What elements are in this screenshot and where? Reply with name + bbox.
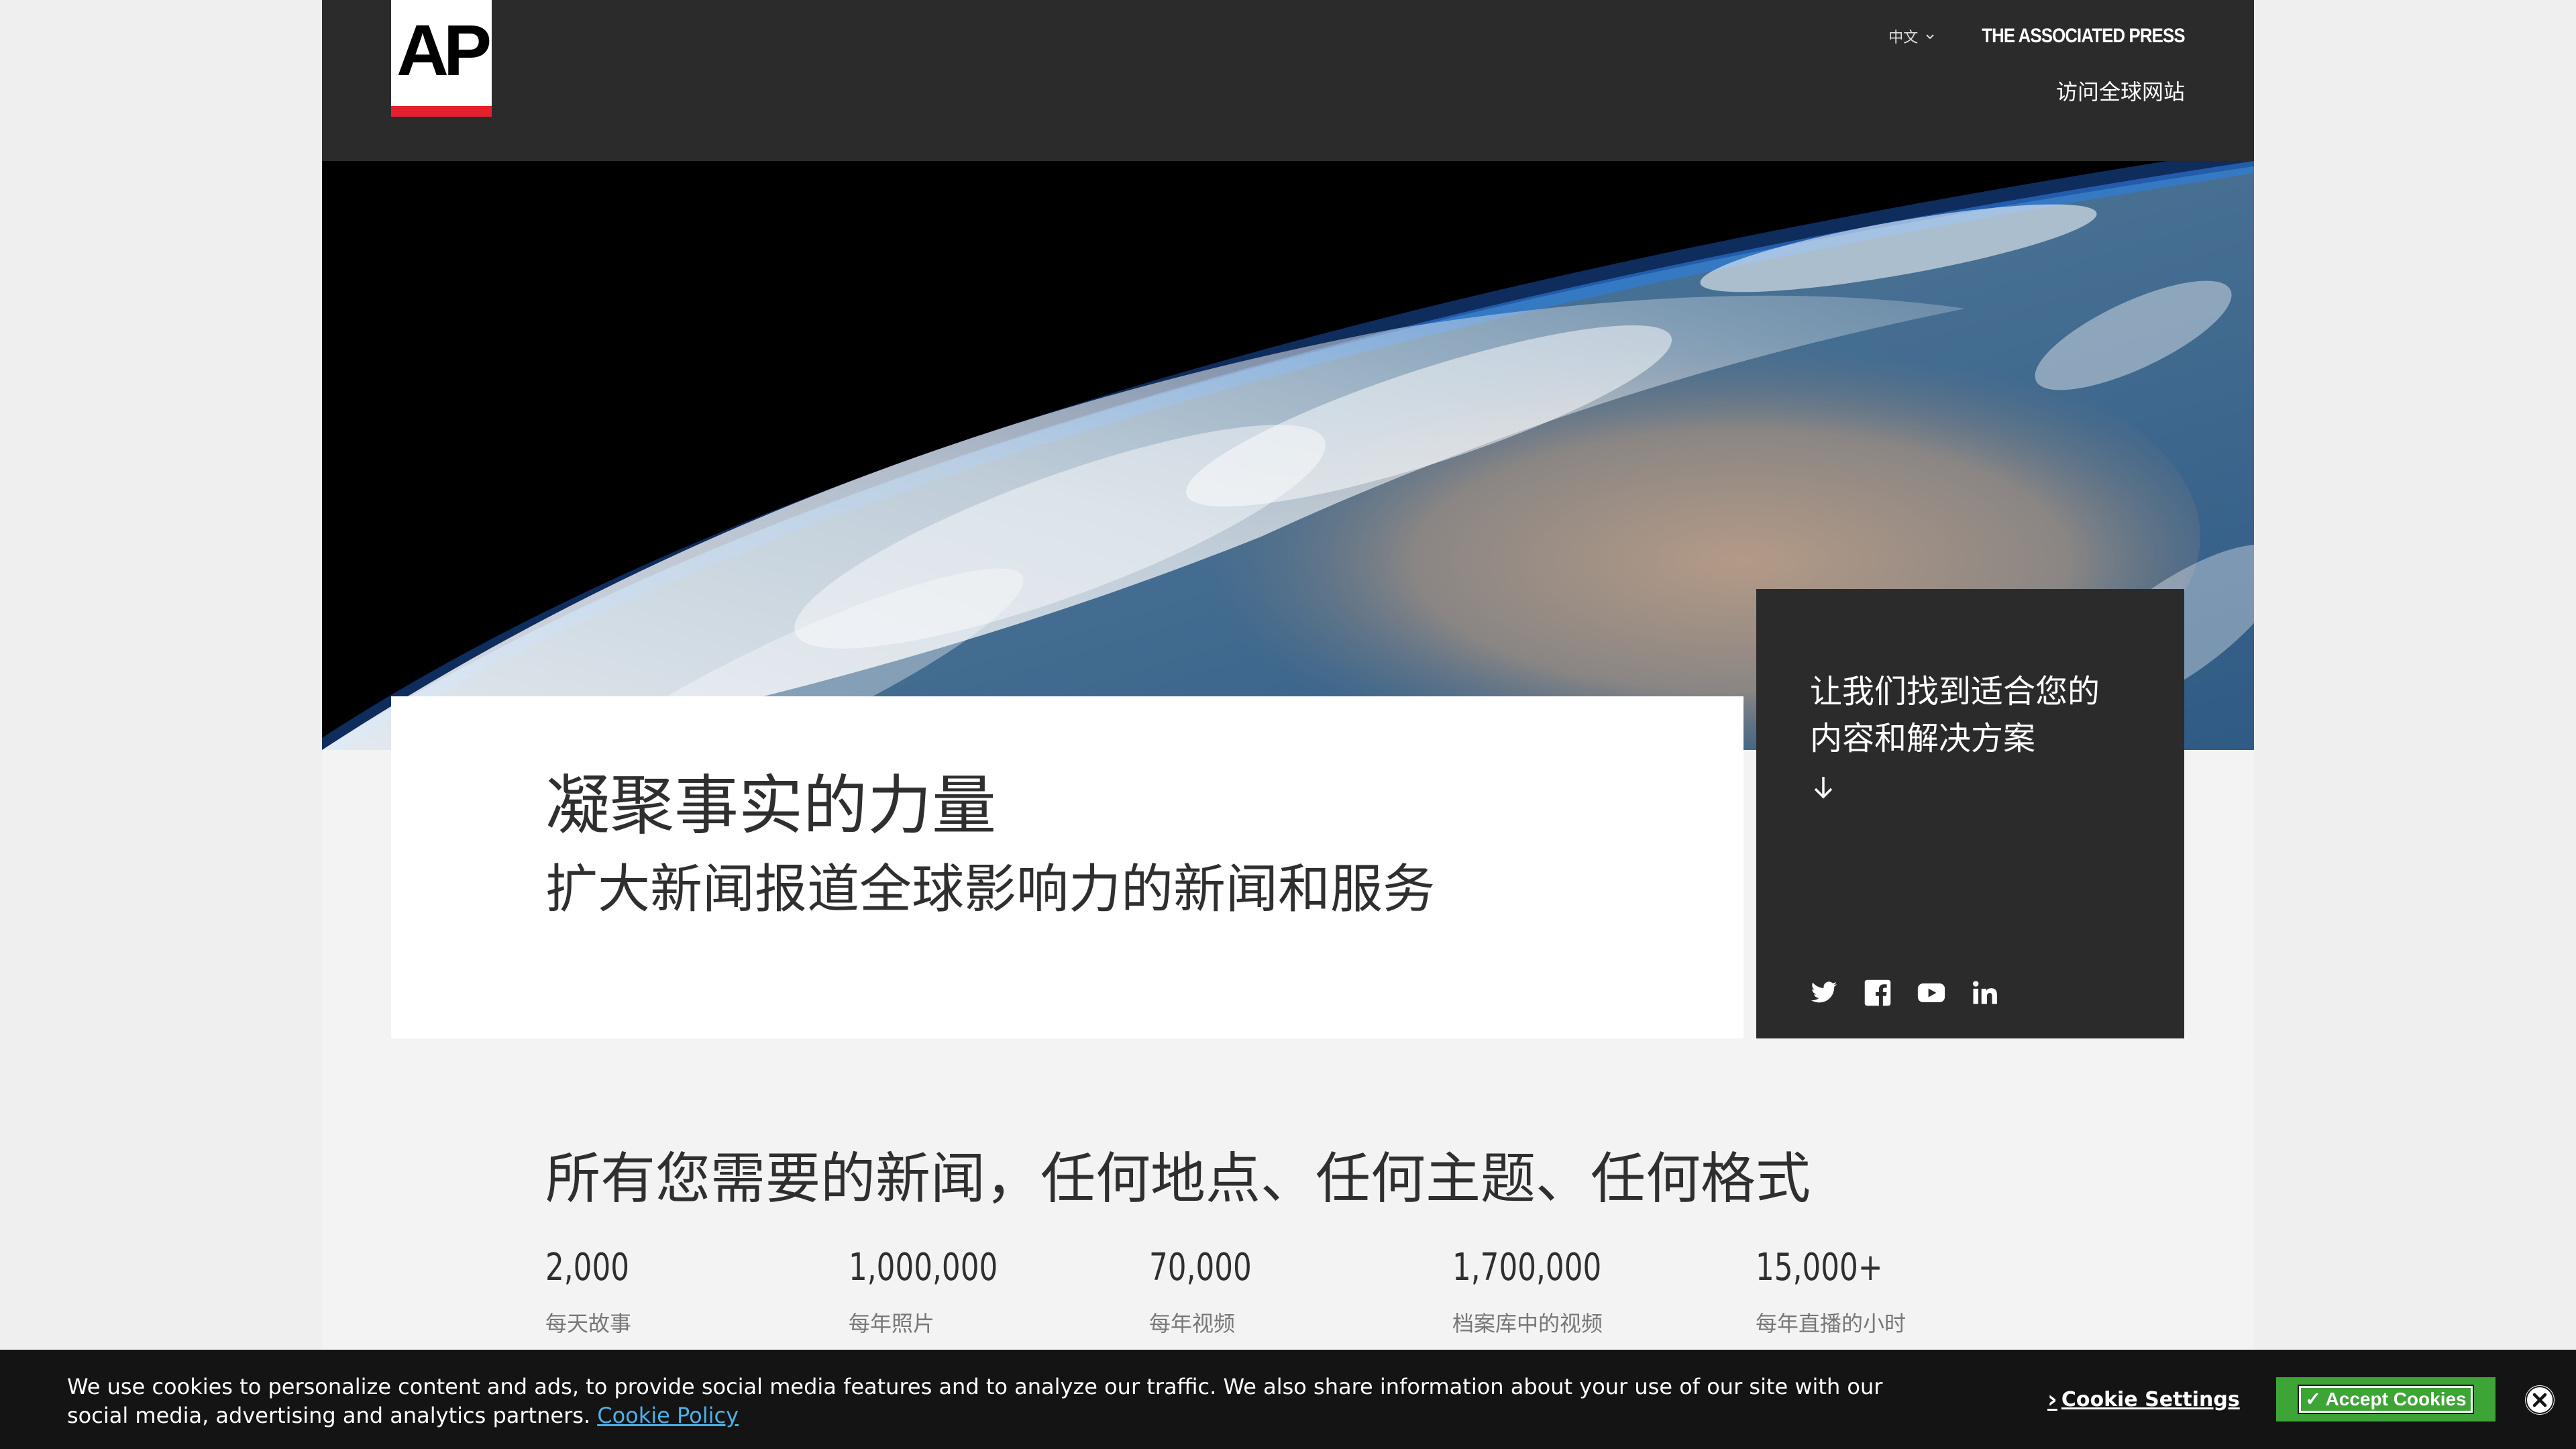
stat-label: 每天故事	[545, 1311, 632, 1336]
stat-item: 15,000+ 每年直播的小时	[1756, 1241, 2037, 1338]
cookie-policy-link[interactable]: Cookie Policy	[597, 1403, 739, 1428]
header-right: 中文 THE ASSOCIATED PRESS	[1888, 23, 2186, 50]
solutions-panel: 让我们找到适合您的 内容和解决方案	[1756, 589, 2184, 1038]
stat-value: 2,000	[545, 1246, 630, 1289]
stat-value: 1,000,000	[849, 1246, 998, 1289]
cookie-message-text: We use cookies to personalize content an…	[67, 1374, 1883, 1428]
close-banner-button[interactable]	[2525, 1385, 2555, 1415]
logo-text: AP	[396, 9, 492, 91]
stat-item: 70,000 每年视频	[1149, 1241, 1431, 1338]
headline-title: 凝聚事实的力量	[545, 768, 996, 843]
stat-label: 每年照片	[849, 1311, 935, 1336]
panel-text[interactable]: 让我们找到适合您的 内容和解决方案	[1810, 668, 2145, 762]
logo-red-bar	[391, 106, 492, 117]
headline-subtitle: 扩大新闻报道全球影响力的新闻和服务	[545, 859, 1436, 920]
page: AP 中文 THE ASSOCIATED PRESS 访问全球网站 凝聚事实的力…	[322, 0, 2254, 1449]
accept-cookies-label: ✓ Accept Cookies	[2298, 1385, 2474, 1414]
site-header: AP 中文 THE ASSOCIATED PRESS 访问全球网站	[322, 0, 2254, 161]
language-label: 中文	[1888, 30, 1919, 46]
language-selector[interactable]: 中文	[1888, 25, 1935, 47]
linkedin-icon[interactable]	[1971, 979, 1999, 1007]
twitter-icon[interactable]	[1810, 979, 1838, 1007]
brand-name[interactable]: THE ASSOCIATED PRESS	[1982, 25, 2186, 48]
facebook-icon[interactable]	[1864, 979, 1892, 1007]
cookie-settings-button[interactable]: › Cookie Settings	[2047, 1385, 2240, 1414]
cookie-message: We use cookies to personalize content an…	[67, 1373, 1919, 1430]
stat-label: 每年视频	[1149, 1311, 1236, 1336]
chevron-down-icon	[1926, 34, 1934, 40]
stat-value: 1,700,000	[1452, 1246, 1602, 1289]
stat-value: 15,000+	[1756, 1246, 1883, 1289]
stat-value: 70,000	[1149, 1246, 1252, 1289]
stat-item: 2,000 每天故事	[545, 1241, 827, 1338]
stats-title: 所有您需要的新闻，任何地点、任何主题、任何格式	[545, 1147, 1811, 1211]
arrow-down-icon[interactable]	[1810, 774, 1837, 801]
accept-cookies-button[interactable]: ✓ Accept Cookies	[2276, 1377, 2496, 1421]
social-links	[1810, 978, 1999, 1008]
ap-logo[interactable]: AP	[391, 0, 492, 117]
close-icon	[2526, 1386, 2554, 1414]
chevron-right-icon: ›	[2047, 1385, 2057, 1413]
headline-card: 凝聚事实的力量 扩大新闻报道全球影响力的新闻和服务	[391, 696, 1743, 1038]
cookie-settings-label: Cookie Settings	[2061, 1387, 2240, 1411]
visit-global-site-link[interactable]: 访问全球网站	[2056, 75, 2185, 106]
stat-item: 1,000,000 每年照片	[849, 1241, 1130, 1338]
stat-item: 1,700,000 档案库中的视频	[1452, 1241, 1734, 1338]
panel-line-2: 内容和解决方案	[1810, 720, 2036, 757]
panel-line-1: 让我们找到适合您的	[1810, 673, 2100, 710]
stat-label: 每年直播的小时	[1756, 1311, 1907, 1336]
stat-label: 档案库中的视频	[1452, 1311, 1603, 1336]
youtube-icon[interactable]	[1917, 979, 1945, 1007]
cookie-banner: We use cookies to personalize content an…	[0, 1350, 2576, 1449]
